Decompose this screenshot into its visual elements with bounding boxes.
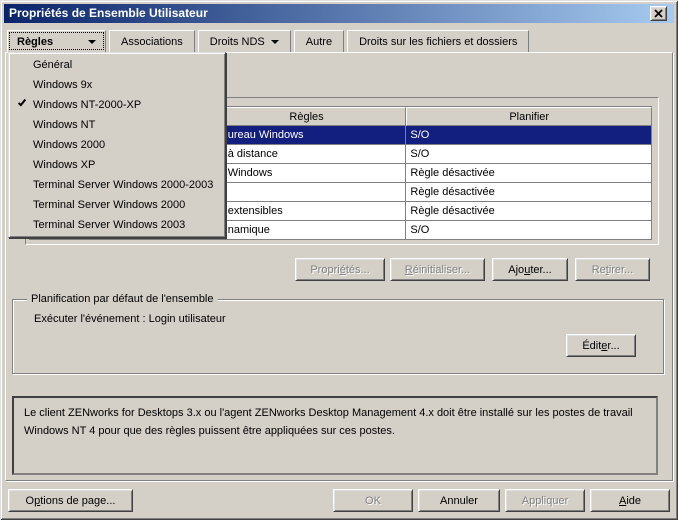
menu-item-windows-xp[interactable]: Windows XP <box>9 155 225 175</box>
notice-box: Le client ZENworks for Desktops 3.x ou l… <box>12 396 658 475</box>
menu-item-windows-nt[interactable]: Windows NT <box>9 115 225 135</box>
page-title: Propriétés de Ensemble Utilisateur <box>9 6 208 20</box>
properties-dialog: Propriétés de Ensemble Utilisateur Règle… <box>0 0 678 520</box>
remove-button[interactable]: Retirer... <box>575 258 650 281</box>
tab-associations-label: Associations <box>121 36 183 48</box>
close-icon <box>654 9 663 18</box>
menu-item-general[interactable]: Général <box>9 55 225 75</box>
page-options-button[interactable]: Options de page... <box>8 489 133 512</box>
tab-autre[interactable]: Autre <box>294 30 344 52</box>
close-button[interactable] <box>650 6 667 21</box>
tab-droits-fichiers[interactable]: Droits sur les fichiers et dossiers <box>347 30 529 52</box>
tab-autre-label: Autre <box>306 36 332 48</box>
cancel-button[interactable]: Annuler <box>418 489 500 512</box>
menu-item-windows-nt-2000-xp[interactable]: Windows NT-2000-XP <box>9 95 225 115</box>
ok-button[interactable]: OK <box>333 489 413 512</box>
reset-button[interactable]: Réinitialiser... <box>390 258 485 281</box>
check-icon <box>18 98 26 107</box>
tab-regles-label: Règles <box>17 36 53 48</box>
chevron-down-icon <box>271 40 279 44</box>
schedule-groupbox-legend: Planification par défaut de l'ensemble <box>27 293 218 306</box>
tab-droits-nds[interactable]: Droits NDS <box>198 30 291 52</box>
properties-button[interactable]: Propriétés... <box>295 258 385 281</box>
menu-item-ts-windows-2000-2003[interactable]: Terminal Server Windows 2000-2003 <box>9 175 225 195</box>
apply-button[interactable]: Appliquer <box>505 489 585 512</box>
menu-item-ts-windows-2003[interactable]: Terminal Server Windows 2003 <box>9 215 225 235</box>
title-bar: Propriétés de Ensemble Utilisateur <box>4 4 674 23</box>
menu-item-windows-9x[interactable]: Windows 9x <box>9 75 225 95</box>
platform-dropdown-menu: Général Windows 9x Windows NT-2000-XP Wi… <box>8 52 226 238</box>
column-header-regles[interactable]: Règles <box>207 107 407 126</box>
schedule-event-text: Exécuter l'événement : Login utilisateur <box>34 313 226 325</box>
menu-item-windows-2000[interactable]: Windows 2000 <box>9 135 225 155</box>
schedule-groupbox: Planification par défaut de l'ensemble E… <box>12 299 664 374</box>
add-button[interactable]: Ajouter... <box>492 258 568 281</box>
edit-button[interactable]: Éditer... <box>566 334 636 357</box>
tab-droits-fichiers-label: Droits sur les fichiers et dossiers <box>359 36 517 48</box>
tab-droits-nds-label: Droits NDS <box>210 36 265 48</box>
tab-associations[interactable]: Associations <box>109 30 195 52</box>
tab-regles[interactable]: Règles <box>7 30 106 52</box>
menu-item-ts-windows-2000[interactable]: Terminal Server Windows 2000 <box>9 195 225 215</box>
help-button[interactable]: Aide <box>590 489 670 512</box>
tab-strip: Règles Associations Droits NDS Autre Dro… <box>7 30 532 52</box>
chevron-down-icon <box>88 40 96 44</box>
notice-text: Le client ZENworks for Desktops 3.x ou l… <box>24 407 633 437</box>
column-header-planifier[interactable]: Planifier <box>406 107 652 126</box>
